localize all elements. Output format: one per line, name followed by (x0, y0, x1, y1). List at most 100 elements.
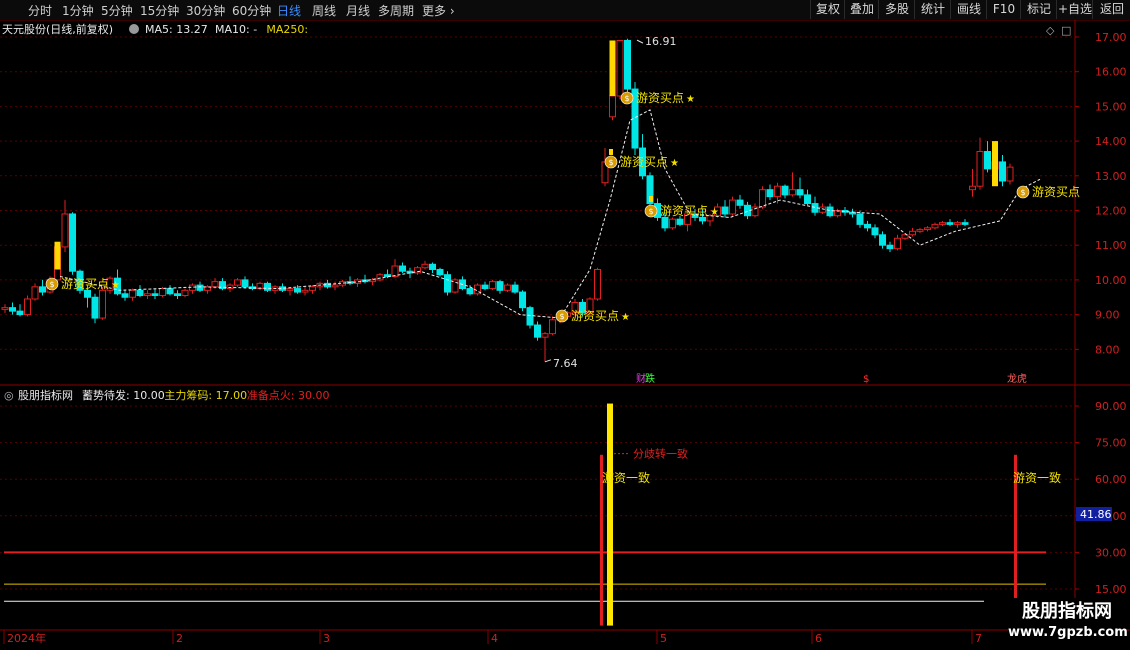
watermark-title: 股朋指标网 (1022, 601, 1112, 622)
indicator-name: 股朋指标网 (18, 388, 73, 402)
kline-chart[interactable]: 17.00 16.00 15.00 14.00 13.00 12.00 11.00 10.00… (0, 20, 1130, 650)
ma-label: MA10: - (215, 23, 257, 36)
annot-consensus: 游资一致 (1013, 471, 1061, 485)
x-axis-label: 7 (975, 632, 982, 645)
buy-signal-label: 游资买点 (1032, 185, 1080, 199)
indicator-tick-label: 75.00 (1095, 437, 1127, 450)
candle-body (661, 216, 669, 229)
candle-body (961, 222, 969, 225)
candle-body (121, 293, 129, 298)
event-marker: 龙虎 (1007, 372, 1027, 385)
stock-title: 天元股份(日线,前复权) (2, 22, 113, 36)
star-icon: ★ (710, 207, 719, 218)
candle-body (796, 189, 804, 196)
candle-body (414, 267, 421, 274)
candle-body (976, 151, 984, 187)
period-tab[interactable]: 分时 (28, 2, 52, 19)
toolbar-button[interactable]: +自选 (1056, 0, 1093, 19)
candle-body (39, 286, 46, 293)
x-axis-label: 2024年 (7, 631, 46, 645)
candle-body (376, 274, 384, 281)
period-tab[interactable]: 日线 (277, 2, 301, 19)
candle-body (436, 268, 444, 276)
indicator-param: 准备点火: 30.00 (247, 388, 330, 402)
diverge-bar (607, 403, 613, 626)
buy-signal-label: 游资买点 (660, 204, 708, 218)
toolbar-button[interactable]: 统计 (914, 0, 951, 19)
candle-body (84, 289, 91, 298)
toolbar-button[interactable]: 叠加 (844, 0, 879, 19)
toolbar-button[interactable]: 多股 (878, 0, 915, 19)
buy-signal-label: 游资买点 (620, 155, 668, 169)
candle-body (616, 39, 624, 97)
period-tab[interactable]: 周线 (312, 2, 336, 19)
indicator-menu-icon: ◎ (4, 389, 14, 402)
price-tick-label: 13.00 (1095, 170, 1127, 183)
period-tab[interactable]: 30分钟 (186, 2, 225, 19)
candle-body (301, 289, 309, 293)
candle-body (669, 218, 676, 229)
candle-body (421, 263, 429, 269)
candle-body (1006, 166, 1014, 182)
candle-body (331, 284, 339, 288)
candle-body (519, 291, 526, 309)
period-tab[interactable]: 多周期 (378, 2, 414, 19)
candle-body (16, 310, 24, 316)
chevron-down-icon[interactable] (129, 24, 139, 34)
candle-body (429, 263, 436, 270)
star-icon: ★ (111, 280, 120, 291)
toolbar-button[interactable]: F10 (986, 0, 1021, 19)
candle-body (939, 222, 946, 225)
candle-body (151, 293, 159, 297)
money-bag-glyph: $ (648, 207, 653, 216)
indicator-param: 蓄势待发: 10.00 (82, 388, 165, 402)
period-tab[interactable]: 15分钟 (140, 2, 179, 19)
candle-body (759, 189, 766, 208)
ma-label: MA250: (266, 23, 308, 36)
candle-body (61, 213, 69, 248)
candle-body (781, 185, 789, 196)
low-pointer (544, 359, 552, 363)
candle-body (294, 288, 301, 293)
watermark-url: www.7gpzb.com (1008, 625, 1128, 640)
candle-body (594, 268, 601, 300)
candle-body (864, 223, 871, 229)
price-tick-label: 16.00 (1095, 66, 1127, 79)
limit-up-candle (609, 40, 616, 96)
price-tick-label: 9.00 (1095, 309, 1120, 322)
star-icon: ★ (621, 312, 630, 323)
signal-flag (649, 196, 653, 202)
candle-body (624, 39, 631, 90)
candle-body (946, 222, 954, 225)
indicator-tick-label: 30.00 (1095, 546, 1127, 559)
period-toolbar: 分时 1分钟 5分钟 15分钟 30分钟 60分钟 日线 周线 月线 多周期 更多 › 复权 叠加 多股统… (0, 0, 1130, 21)
x-axis-label: 5 (660, 632, 667, 645)
period-tab[interactable]: 更多 › (422, 2, 455, 19)
candle-body (804, 194, 811, 205)
candle-body (136, 289, 144, 297)
x-axis-label: 3 (323, 632, 330, 645)
ma-label: MA5: 13.27 (145, 23, 208, 36)
star-icon: ★ (686, 94, 695, 105)
toolbar-button[interactable]: 返回 (1092, 0, 1130, 19)
candle-body (129, 289, 136, 298)
candle-body (196, 284, 204, 291)
candle-body (609, 95, 616, 118)
candle-body (1, 307, 9, 310)
price-tick-label: 11.00 (1095, 239, 1127, 252)
diamond-icon: ◇ (1046, 24, 1055, 37)
candle-body (871, 227, 879, 236)
toolbar-button[interactable]: 画线 (950, 0, 987, 19)
period-tab[interactable]: 月线 (346, 2, 370, 19)
indicator-tick-label: 90.00 (1095, 400, 1127, 413)
period-tab[interactable]: 60分钟 (232, 2, 271, 19)
period-tab[interactable]: 5分钟 (101, 2, 133, 19)
candle-body (541, 333, 549, 338)
toolbar-button[interactable]: 复权 (810, 0, 845, 19)
x-axis-label: 4 (491, 632, 498, 645)
candle-body (174, 293, 181, 297)
period-tab[interactable]: 1分钟 (62, 2, 94, 19)
candle-body (549, 319, 556, 335)
candle-body (984, 151, 991, 170)
toolbar-button[interactable]: 标记 (1020, 0, 1057, 19)
